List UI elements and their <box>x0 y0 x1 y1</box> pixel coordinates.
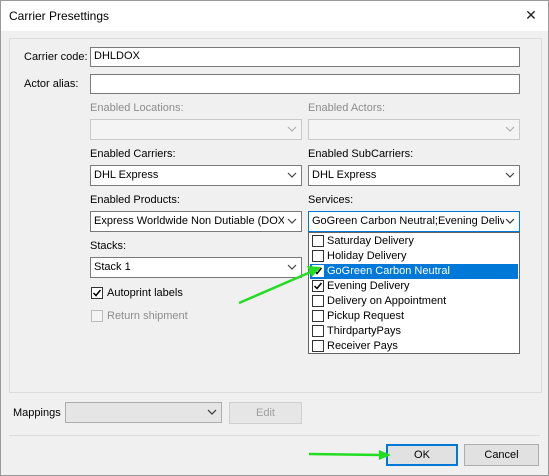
annotation-arrow-ok <box>308 450 391 460</box>
annotation-arrows <box>238 266 391 460</box>
annotation-arrow-services <box>238 266 321 305</box>
carrier-presettings-dialog: Carrier Presettings ✕ Carrier code: DHLD… <box>0 0 549 476</box>
